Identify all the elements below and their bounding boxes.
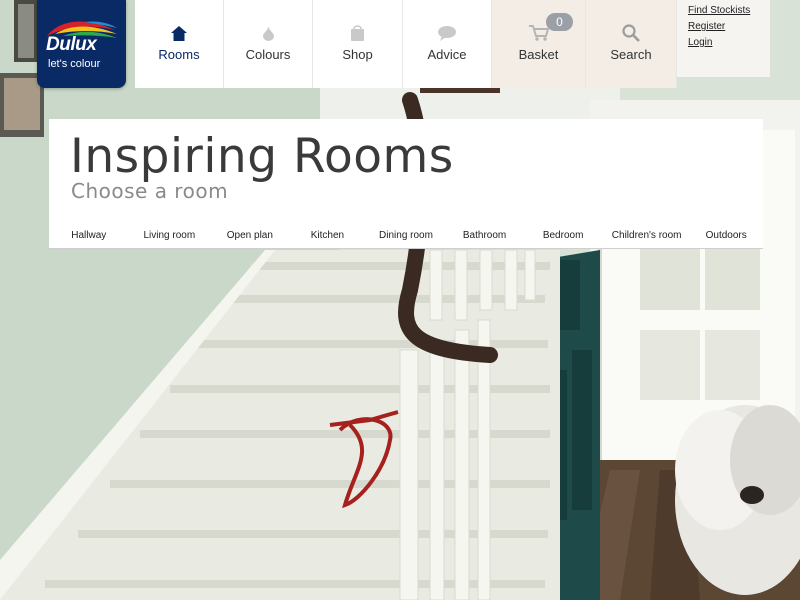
basket-count-badge: 0 [546,13,573,31]
main-navigation: Rooms Colours Shop Advice Basket Search [135,0,677,88]
brand-name: Dulux [46,34,97,55]
nav-colours[interactable]: Colours [224,0,313,88]
dulux-logo[interactable]: Dulux let's colour [37,0,126,88]
hero-background-photo [0,0,800,600]
hero-panel: Inspiring Rooms Choose a room Hallway Li… [49,119,763,249]
nav-basket-label: Basket [518,47,559,62]
room-link-childrens-room[interactable]: Children's room [604,230,690,241]
brand-tagline: let's colour [48,58,101,70]
nav-rooms-label: Rooms [158,47,200,62]
nav-shop-label: Shop [342,47,373,62]
room-link-living-room[interactable]: Living room [129,230,211,241]
page-title: Inspiring Rooms [70,129,454,184]
nav-basket[interactable]: Basket [492,0,586,88]
speech-bubble-icon [438,24,456,42]
nav-search[interactable]: Search [586,0,677,88]
register-link[interactable]: Register [688,21,770,32]
magnifier-icon [622,24,640,42]
nav-shop[interactable]: Shop [313,0,403,88]
utility-links: Find Stockists Register Login [677,0,770,77]
room-link-open-plan[interactable]: Open plan [210,230,290,241]
room-link-dining-room[interactable]: Dining room [365,230,447,241]
room-link-outdoors[interactable]: Outdoors [689,230,763,241]
nav-advice[interactable]: Advice [403,0,492,88]
room-link-bathroom[interactable]: Bathroom [447,230,523,241]
nav-advice-label: Advice [427,47,467,62]
find-stockists-link[interactable]: Find Stockists [688,5,770,16]
room-link-kitchen[interactable]: Kitchen [290,230,366,241]
nav-search-label: Search [610,47,652,62]
login-link[interactable]: Login [688,37,770,48]
nav-rooms[interactable]: Rooms [135,0,224,88]
room-link-hallway[interactable]: Hallway [49,230,129,241]
basket-icon [528,24,549,42]
page-subtitle: Choose a room [71,179,229,203]
room-navigation: Hallway Living room Open plan Kitchen Di… [49,223,763,247]
paint-tin-icon [351,24,364,42]
nav-colours-label: Colours [245,47,291,62]
room-link-bedroom[interactable]: Bedroom [522,230,604,241]
house-icon [171,24,187,42]
paint-drop-icon [262,24,274,42]
